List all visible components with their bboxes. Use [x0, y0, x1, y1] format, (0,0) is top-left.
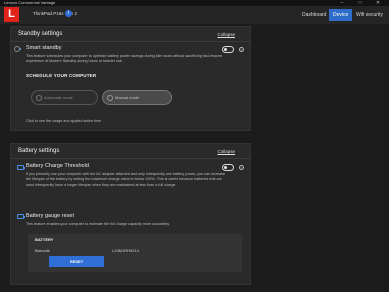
automatic-mode-option[interactable]: Automatic mode [31, 90, 98, 105]
battery-settings-panel: Battery settings Collapse Battery Charge… [10, 143, 251, 285]
nav-dashboard[interactable]: Dashboard [298, 9, 330, 21]
reset-button[interactable]: RESET [49, 256, 104, 267]
gauge-reset-title: Battery gauge reset [26, 213, 75, 219]
charge-threshold-toggle[interactable] [222, 164, 234, 171]
battery-box-label: BATTERY [35, 237, 54, 242]
barcode-label: Barcode [35, 248, 50, 253]
radio-icon [107, 94, 113, 101]
standby-settings-panel: Standby settings Collapse Smart standby … [10, 26, 251, 131]
radio-icon [36, 94, 42, 101]
battery-section-title: Battery settings [18, 148, 60, 154]
smart-standby-toggle[interactable] [222, 46, 234, 53]
charge-threshold-description: If you primarily use your computer with … [26, 172, 226, 187]
standby-icon [14, 46, 21, 52]
nav-wifi-security[interactable]: Wifi security [352, 9, 387, 21]
battery-collapse-link[interactable]: Collapse [217, 149, 235, 154]
automatic-mode-label: Automatic mode [44, 95, 73, 100]
info-icon[interactable]: i [65, 10, 72, 17]
question-circle-icon[interactable]: ? [239, 165, 244, 170]
smart-standby-description: This feature schedules your computer to … [26, 54, 223, 64]
lenovo-logo-icon: L [4, 7, 19, 22]
standby-section-title: Standby settings [18, 31, 63, 37]
battery-icon [17, 165, 25, 170]
battery-info-box: BATTERY Barcode L23M1RH5214 RESET [28, 234, 242, 272]
manual-mode-label: Manual mode [115, 95, 140, 100]
question-circle-icon[interactable]: ? [239, 47, 244, 52]
nav-device[interactable]: Device [329, 9, 353, 21]
battery-icon [17, 214, 25, 219]
divider [11, 41, 250, 42]
charge-threshold-title: Battery Charge Threshold [26, 163, 89, 169]
schedule-heading: SCHEDULE YOUR COMPUTER [26, 73, 97, 78]
barcode-value: L23M1RH5214 [112, 248, 139, 253]
smart-standby-title: Smart standby [26, 45, 62, 51]
manual-mode-option[interactable]: Manual mode [102, 90, 172, 105]
usage-link[interactable]: Click to see the usage and applied activ… [26, 119, 226, 124]
gauge-reset-description: This feature enables your computer to es… [26, 222, 170, 226]
app-header: L ThinkPad P16s Gen 2 i Dashboard Device… [0, 6, 389, 24]
standby-collapse-link[interactable]: Collapse [217, 32, 235, 37]
scrollbar[interactable] [383, 24, 389, 292]
divider [11, 158, 250, 159]
